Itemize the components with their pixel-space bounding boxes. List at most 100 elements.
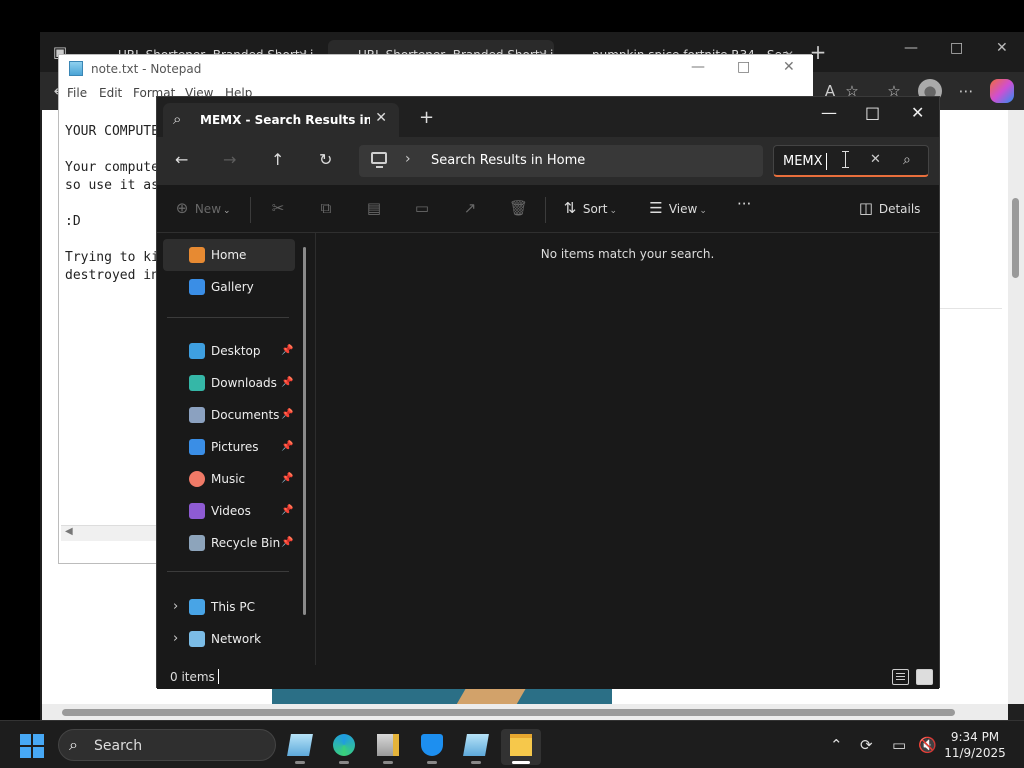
file-explorer-taskbar-button[interactable]: [501, 729, 541, 765]
horizontal-scrollbar[interactable]: [42, 704, 1008, 720]
pin-icon[interactable]: 📌: [281, 367, 293, 399]
more-options-button[interactable]: ···: [737, 195, 751, 213]
copilot-icon[interactable]: [990, 79, 1014, 103]
pin-icon[interactable]: 📌: [281, 463, 293, 495]
search-icon[interactable]: ⌕: [903, 152, 911, 168]
window-title: note.txt - Notepad: [91, 62, 202, 76]
sidebar-item-pictures[interactable]: Pictures 📌: [163, 431, 295, 463]
maximize-icon[interactable]: □: [865, 103, 880, 122]
defender-taskbar-button[interactable]: [412, 729, 452, 765]
chevron-up-icon[interactable]: ⌃: [830, 736, 843, 754]
scroll-left-icon[interactable]: ◀: [65, 526, 73, 537]
close-icon[interactable]: ✕: [996, 40, 1008, 56]
sidebar-item-label: Documents: [211, 408, 280, 422]
locked-file-taskbar-button[interactable]: [368, 729, 408, 765]
close-icon[interactable]: ✕: [911, 103, 924, 122]
text-caret: [826, 153, 827, 170]
rename-button[interactable]: ▭: [413, 199, 431, 217]
notepad-text[interactable]: YOUR COMPUTER Your compute so use it as :…: [65, 105, 165, 321]
music-icon: [189, 471, 205, 487]
ibeam-cursor-icon: [842, 151, 849, 168]
clock-date: 11/9/2025: [944, 746, 1006, 760]
sidebar-item-videos[interactable]: Videos 📌: [163, 495, 295, 527]
sidebar-item-label: Network: [211, 632, 262, 646]
sidebar-item-network[interactable]: › Network: [163, 623, 295, 655]
notepad-horizontal-scrollbar[interactable]: ◀: [61, 525, 161, 541]
close-tab-button[interactable]: ✕: [375, 110, 387, 126]
new-button[interactable]: ⊕ New ⌄: [173, 199, 231, 217]
sidebar-item-label: Videos: [211, 504, 251, 518]
scroll-thumb[interactable]: [62, 709, 955, 716]
plus-circle-icon: ⊕: [175, 199, 189, 217]
edge-taskbar-button[interactable]: [324, 729, 364, 765]
sidebar-item-music[interactable]: Music 📌: [163, 463, 295, 495]
copy-button[interactable]: ⧉: [317, 199, 335, 217]
minimize-icon[interactable]: —: [691, 59, 705, 75]
vertical-scrollbar[interactable]: [1008, 110, 1024, 704]
pin-icon[interactable]: 📌: [281, 527, 293, 559]
sidebar-item-home[interactable]: Home: [163, 239, 295, 271]
sidebar-item-downloads[interactable]: Downloads 📌: [163, 367, 295, 399]
details-view-button[interactable]: [892, 669, 909, 685]
pin-icon[interactable]: 📌: [281, 335, 293, 367]
cut-button[interactable]: ✂: [269, 199, 287, 217]
up-button[interactable]: ↑: [271, 151, 284, 169]
sidebar-item-gallery[interactable]: Gallery: [163, 271, 295, 303]
menu-file[interactable]: File: [67, 86, 87, 100]
sidebar-item-recycle-bin[interactable]: Recycle Bin 📌: [163, 527, 295, 559]
notepad-taskbar-button[interactable]: [280, 729, 320, 765]
chevron-right-icon[interactable]: ›: [405, 151, 411, 167]
new-tab-button[interactable]: +: [419, 109, 434, 127]
close-icon[interactable]: ✕: [783, 59, 795, 75]
sidebar-item-desktop[interactable]: Desktop 📌: [163, 335, 295, 367]
share-button[interactable]: ↗: [461, 199, 479, 217]
network-icon[interactable]: ▭: [892, 736, 906, 754]
minimize-icon[interactable]: —: [821, 103, 837, 122]
volume-muted-icon[interactable]: 🔇: [918, 736, 937, 754]
text-line: Trying to ki: [65, 250, 159, 265]
sidebar-scrollbar[interactable]: [303, 247, 306, 615]
copy-icon: ⧉: [320, 199, 332, 217]
back-button[interactable]: ←: [175, 151, 188, 169]
text-line: Your compute: [65, 160, 159, 175]
sort-button[interactable]: ⇅ Sort ⌄: [561, 199, 617, 217]
recycle-bin-icon: [189, 535, 205, 551]
sort-icon: ⇅: [563, 199, 577, 217]
menu-edit[interactable]: Edit: [99, 86, 122, 100]
view-button[interactable]: ☰ View ⌄: [647, 199, 707, 217]
search-input[interactable]: MEMX ✕ ⌕: [773, 145, 929, 177]
maximize-icon[interactable]: □: [737, 59, 750, 75]
refresh-button[interactable]: ↻: [319, 151, 332, 169]
chevron-right-icon[interactable]: ›: [173, 623, 178, 655]
explorer-tab[interactable]: ⌕ MEMX - Search Results in Hon ✕: [163, 103, 399, 137]
large-icons-view-button[interactable]: [916, 669, 933, 685]
scroll-thumb[interactable]: [1012, 198, 1019, 278]
sidebar-item-label: Gallery: [211, 280, 254, 294]
taskbar-search[interactable]: ⌕ Search: [58, 729, 276, 761]
sidebar-item-this-pc[interactable]: › This PC: [163, 591, 295, 623]
more-icon[interactable]: ⋯: [954, 79, 978, 103]
system-clock[interactable]: 9:34 PM 11/9/2025: [940, 729, 1010, 761]
windows-start-button[interactable]: [20, 734, 44, 758]
pin-icon[interactable]: 📌: [281, 495, 293, 527]
sync-icon[interactable]: ⟳: [860, 736, 873, 754]
address-bar[interactable]: › Search Results in Home: [359, 145, 763, 177]
forward-button[interactable]: →: [223, 151, 236, 169]
chevron-right-icon[interactable]: ›: [173, 591, 178, 623]
delete-button[interactable]: 🗑: [509, 199, 528, 217]
clear-search-icon[interactable]: ✕: [870, 152, 881, 167]
notepad-taskbar-button-2[interactable]: [456, 729, 496, 765]
details-button[interactable]: ◫ Details: [857, 199, 921, 217]
paste-button[interactable]: ▤: [365, 199, 383, 217]
details-label: Details: [878, 202, 921, 216]
minimize-icon[interactable]: —: [904, 40, 918, 56]
sort-label: Sort: [582, 202, 608, 216]
pin-icon[interactable]: 📌: [281, 431, 293, 463]
separator: [545, 197, 546, 223]
separator: [250, 197, 251, 223]
shield-icon: [421, 734, 443, 756]
maximize-icon[interactable]: □: [950, 40, 963, 56]
file-list-area[interactable]: No items match your search.: [316, 233, 939, 665]
sidebar-item-documents[interactable]: Documents 📌: [163, 399, 295, 431]
pin-icon[interactable]: 📌: [281, 399, 293, 431]
